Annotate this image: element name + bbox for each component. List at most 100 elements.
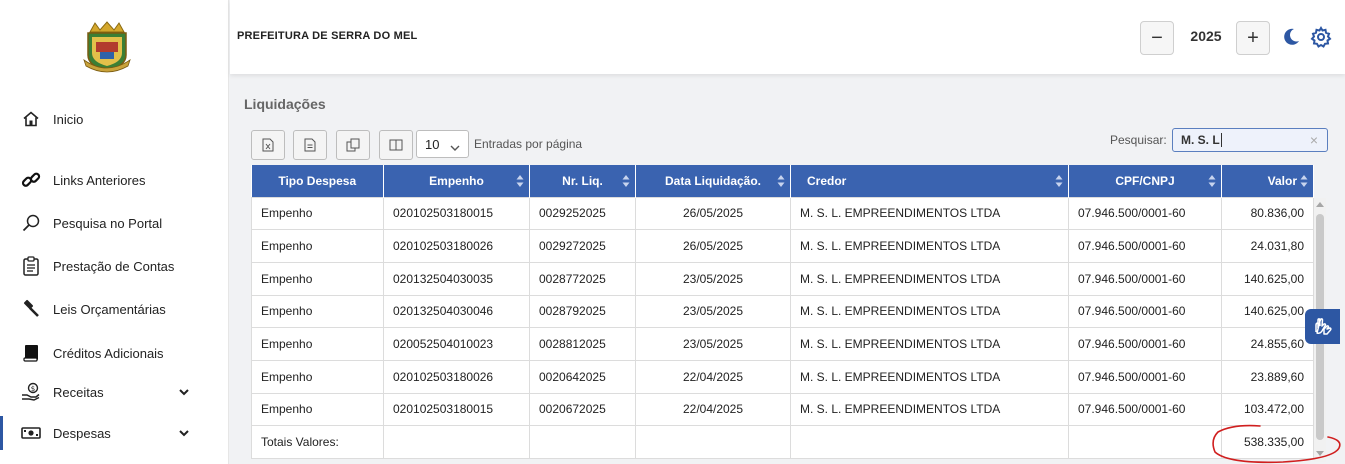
copy-button[interactable] — [336, 130, 370, 160]
sidebar: Inicio Links Anteriores Pesquisa no Port… — [0, 0, 229, 464]
cell-cpf-cnpj: 07.946.500/0001-60 — [1068, 294, 1222, 329]
column-header-cpf-cnpj[interactable]: CPF/CNPJ — [1068, 165, 1222, 197]
table-row[interactable]: Empenho 020132504030046 0028792025 23/05… — [251, 294, 1314, 329]
totals-row: Totais Valores: 538.335,00 — [251, 425, 1314, 459]
cell-empenho: 020052504010023 — [383, 327, 530, 361]
section-title: Liquidações — [244, 96, 326, 112]
sidebar-item-creditos-adicionais[interactable]: Créditos Adicionais — [0, 336, 229, 370]
table-row[interactable]: Empenho 020102503180015 0020672025 22/04… — [251, 392, 1314, 427]
sign-language-hands-icon — [1314, 317, 1332, 335]
cell-cpf-cnpj: 07.946.500/0001-60 — [1068, 392, 1222, 427]
cell-empenho: 020132504030035 — [383, 261, 530, 296]
clear-search-icon[interactable]: × — [1310, 132, 1318, 148]
sidebar-item-label: Pesquisa no Portal — [53, 215, 163, 231]
column-header-empenho[interactable]: Empenho — [383, 165, 530, 197]
copy-icon — [346, 138, 360, 152]
sidebar-item-receitas[interactable]: $ Receitas — [0, 375, 229, 409]
svg-text:$: $ — [31, 385, 35, 393]
export-excel-button[interactable] — [251, 130, 285, 160]
totals-label: Totais Valores: — [251, 425, 384, 459]
cell-empenho: 020102503180026 — [383, 229, 530, 263]
cell-valor: 23.889,60 — [1221, 359, 1314, 394]
cell-cpf-cnpj: 07.946.500/0001-60 — [1068, 359, 1222, 394]
cell-tipo-despesa: Empenho — [251, 294, 384, 329]
cell-valor: 24.855,60 — [1221, 327, 1314, 361]
gear-icon[interactable] — [1310, 26, 1332, 48]
cell-cpf-cnpj: 07.946.500/0001-60 — [1068, 229, 1222, 263]
column-header-tipo-despesa[interactable]: Tipo Despesa — [251, 165, 384, 197]
excel-file-icon — [262, 138, 274, 152]
entries-per-page-value: 10 — [425, 136, 440, 152]
year-increment-button[interactable]: + — [1236, 21, 1270, 55]
sidebar-item-pesquisa-no-portal[interactable]: Pesquisa no Portal — [0, 206, 229, 240]
chevron-down-icon — [177, 426, 191, 440]
cell-credor: M. S. L. EMPREENDIMENTOS LTDA — [790, 359, 1069, 394]
sign-language-accessibility-button[interactable] — [1305, 309, 1340, 344]
year-decrement-button[interactable]: − — [1140, 21, 1174, 55]
municipal-coat-of-arms-logo — [80, 20, 134, 74]
sort-icon — [777, 175, 785, 187]
cell-credor: M. S. L. EMPREENDIMENTOS LTDA — [790, 229, 1069, 263]
gavel-icon — [20, 298, 42, 320]
cell-valor: 24.031,80 — [1221, 229, 1314, 263]
entries-per-page-label: Entradas por página — [474, 137, 583, 151]
sidebar-item-leis-orcamentarias[interactable]: Leis Orçamentárias — [0, 292, 229, 326]
totals-empty-cell — [635, 425, 791, 459]
search-label: Pesquisar: — [1110, 133, 1167, 147]
totals-empty-cell — [1068, 425, 1222, 459]
sidebar-item-label: Despesas — [53, 425, 111, 441]
search-input[interactable]: M. S. L × — [1172, 128, 1328, 152]
sidebar-item-links-anteriores[interactable]: Links Anteriores — [0, 163, 229, 197]
search-icon — [20, 212, 42, 234]
liquidacoes-table: Tipo Despesa Empenho Nr. Liq. Data Liqui… — [251, 165, 1314, 459]
table-header-row: Tipo Despesa Empenho Nr. Liq. Data Liqui… — [251, 165, 1314, 197]
column-header-data-liquidacao[interactable]: Data Liquidação. — [635, 165, 791, 197]
cell-credor: M. S. L. EMPREENDIMENTOS LTDA — [790, 294, 1069, 329]
cell-valor: 140.625,00 — [1221, 261, 1314, 296]
cell-tipo-despesa: Empenho — [251, 196, 384, 231]
cell-data-liquidacao: 26/05/2025 — [635, 196, 791, 231]
table-row[interactable]: Empenho 020102503180026 0020642025 22/04… — [251, 359, 1314, 394]
sidebar-item-prestacao-de-contas[interactable]: Prestação de Contas — [0, 249, 229, 283]
cell-empenho: 020102503180015 — [383, 392, 530, 427]
sidebar-item-label: Créditos Adicionais — [53, 345, 164, 361]
cell-tipo-despesa: Empenho — [251, 359, 384, 394]
sidebar-item-label: Leis Orçamentárias — [53, 301, 166, 317]
cell-nr-liq: 0028792025 — [529, 294, 636, 329]
sort-icon — [622, 175, 630, 187]
cell-empenho: 020132504030046 — [383, 294, 530, 329]
clipboard-icon — [20, 255, 42, 277]
column-header-valor[interactable]: Valor — [1221, 165, 1314, 197]
book-icon — [20, 342, 42, 364]
column-header-nr-liq[interactable]: Nr. Liq. — [529, 165, 636, 197]
cell-empenho: 020102503180026 — [383, 359, 530, 394]
cell-tipo-despesa: Empenho — [251, 229, 384, 263]
year-display: 2025 — [1190, 28, 1222, 44]
sort-icon — [1055, 175, 1063, 187]
scroll-down-arrow-icon[interactable] — [1316, 451, 1324, 456]
sidebar-item-despesas[interactable]: Despesas — [0, 416, 229, 450]
table-row[interactable]: Empenho 020052504010023 0028812025 23/05… — [251, 327, 1314, 361]
sidebar-item-label: Inicio — [53, 111, 84, 127]
cell-empenho: 020102503180015 — [383, 196, 530, 231]
sidebar-item-inicio[interactable]: Inicio — [0, 102, 229, 136]
cell-credor: M. S. L. EMPREENDIMENTOS LTDA — [790, 327, 1069, 361]
table-row[interactable]: Empenho 020132504030035 0028772025 23/05… — [251, 261, 1314, 296]
cell-valor: 103.472,00 — [1221, 392, 1314, 427]
cell-data-liquidacao: 22/04/2025 — [635, 392, 791, 427]
scroll-up-arrow-icon[interactable] — [1316, 202, 1324, 207]
columns-icon — [389, 139, 403, 151]
entries-per-page-select[interactable]: 10 — [416, 130, 469, 158]
column-visibility-button[interactable] — [379, 130, 413, 160]
cell-nr-liq: 0029272025 — [529, 229, 636, 263]
totals-empty-cell — [529, 425, 636, 459]
moon-icon[interactable] — [1280, 26, 1302, 48]
table-row[interactable]: Empenho 020102503180015 0029252025 26/05… — [251, 196, 1314, 231]
export-pdf-button[interactable] — [293, 130, 327, 160]
cell-credor: M. S. L. EMPREENDIMENTOS LTDA — [790, 392, 1069, 427]
cell-data-liquidacao: 22/04/2025 — [635, 359, 791, 394]
column-header-credor[interactable]: Credor — [790, 165, 1069, 197]
cash-icon — [20, 422, 42, 444]
table-row[interactable]: Empenho 020102503180026 0029272025 26/05… — [251, 229, 1314, 263]
top-header: PREFEITURA DE SERRA DO MEL − 2025 + — [230, 0, 1345, 74]
